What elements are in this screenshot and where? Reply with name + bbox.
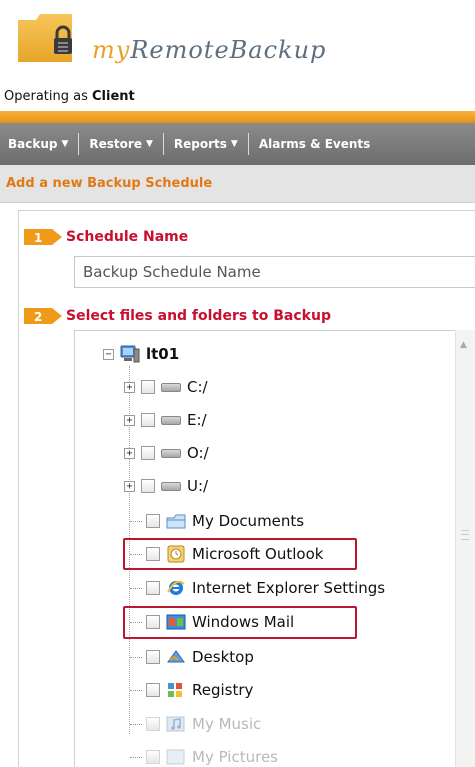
expand-icon[interactable]: + [124,414,135,426]
step-number: 1 [34,231,42,245]
hard-drive-icon [161,382,181,392]
page-subtitle-bar: Add a new Backup Schedule [0,165,475,203]
tree-item-label: Registry [192,681,254,699]
nav-reports[interactable]: Reports ▼ [174,123,248,165]
step-schedule-name: 1 Schedule Name [24,227,188,247]
tree-drive-u[interactable]: + U:/ [124,473,208,499]
desktop-icon [167,650,185,663]
nav-separator [247,133,249,155]
expand-icon[interactable]: + [124,480,135,492]
nav-restore[interactable]: Restore ▼ [89,123,162,165]
select-checkbox[interactable] [141,413,155,427]
expand-icon[interactable]: + [124,447,135,459]
highlight-microsoft-outlook [123,538,357,570]
nav-reports-label: Reports [173,137,227,151]
tree-item-my-documents[interactable]: My Documents [130,508,304,534]
drive-label: U:/ [187,477,209,495]
nav-restore-label: Restore [89,137,142,151]
drive-label: C:/ [187,378,208,396]
nav-alarms-events[interactable]: Alarms & Events [259,123,380,165]
schedule-name-input[interactable] [74,256,475,288]
step-label: Select files and folders to Backup [66,308,331,324]
highlight-windows-mail [123,606,357,639]
tree-drive-c[interactable]: + C:/ [124,374,208,400]
music-icon [166,716,185,732]
nav-separator [162,133,164,155]
registry-icon [168,683,182,697]
tree-item-desktop[interactable]: Desktop [130,644,254,670]
logo-my: my [92,36,131,64]
my-documents-icon [166,514,186,529]
main-nav: Backup ▼ Restore ▼ Reports ▼ Alarms & Event… [0,123,475,165]
chevron-down-icon: ▼ [61,139,69,149]
tree-item-label: My Documents [192,512,305,530]
page-title: Add a new Backup Schedule [6,176,213,191]
tree-drive-o[interactable]: + O:/ [124,440,209,466]
step-label: Schedule Name [66,229,189,245]
pictures-icon [166,749,185,765]
operating-prefix: Operating as [4,89,92,104]
step-number: 2 [34,310,42,324]
chevron-down-icon: ▼ [145,139,153,149]
tree-connector [130,756,142,758]
tree-root-computer[interactable]: − lt01 [103,341,179,367]
tree-item-label: Internet Explorer Settings [192,579,386,597]
tree-connector [130,656,142,658]
nav-backup-label: Backup [8,137,58,151]
computer-icon [120,345,140,363]
hard-drive-icon [161,448,181,458]
tree-item-my-music[interactable]: My Music [130,711,261,737]
select-checkbox[interactable] [146,717,160,731]
tree-drive-e[interactable]: + E:/ [124,407,207,433]
operating-role-text: Operating as Client [4,89,135,104]
tree-item-label: Desktop [192,648,254,666]
nav-separator [78,133,80,155]
nav-alarms-events-label: Alarms & Events [258,137,371,151]
select-checkbox[interactable] [146,683,160,697]
chevron-down-icon: ▼ [230,139,238,149]
tree-connector [130,723,142,725]
tree-item-my-pictures[interactable]: My Pictures [130,744,278,767]
step-number-badge: 2 [24,308,62,324]
select-checkbox[interactable] [146,650,160,664]
select-checkbox[interactable] [141,479,155,493]
expand-icon[interactable]: + [124,381,135,393]
scroll-up-arrow-icon[interactable]: ▲ [460,340,467,350]
scroll-thumb-grip[interactable] [461,530,469,540]
select-checkbox[interactable] [146,581,160,595]
tree-connector [130,520,142,522]
tree-item-internet-explorer-settings[interactable]: Internet Explorer Settings [130,575,385,601]
select-checkbox[interactable] [141,446,155,460]
tree-item-label: My Pictures [192,748,278,766]
operating-role: Client [92,89,135,104]
collapse-icon[interactable]: − [103,348,114,360]
header-accent-bar [0,111,475,123]
tree-connector [130,689,142,691]
step-number-badge: 1 [24,229,62,245]
drive-label: O:/ [187,444,209,462]
logo-remote-backup: RemoteBackup [130,36,327,64]
select-checkbox[interactable] [141,380,155,394]
folder-lock-icon [18,14,72,62]
tree-root-label: lt01 [146,345,180,363]
drive-label: E:/ [187,411,207,429]
tree-scrollbar[interactable]: ▲ [455,330,475,767]
tree-item-label: My Music [192,715,262,733]
tree-item-registry[interactable]: Registry [130,677,253,703]
tree-connector [130,587,142,589]
internet-explorer-icon [167,580,185,595]
app-header: myRemoteBackup Operating as Client [0,0,475,110]
select-checkbox[interactable] [146,750,160,764]
nav-backup[interactable]: Backup ▼ [8,123,78,165]
step-select-files: 2 Select files and folders to Backup [24,306,331,326]
select-checkbox[interactable] [146,514,160,528]
app-logo-text: myRemoteBackup [92,36,326,64]
hard-drive-icon [161,481,181,491]
hard-drive-icon [161,415,181,425]
